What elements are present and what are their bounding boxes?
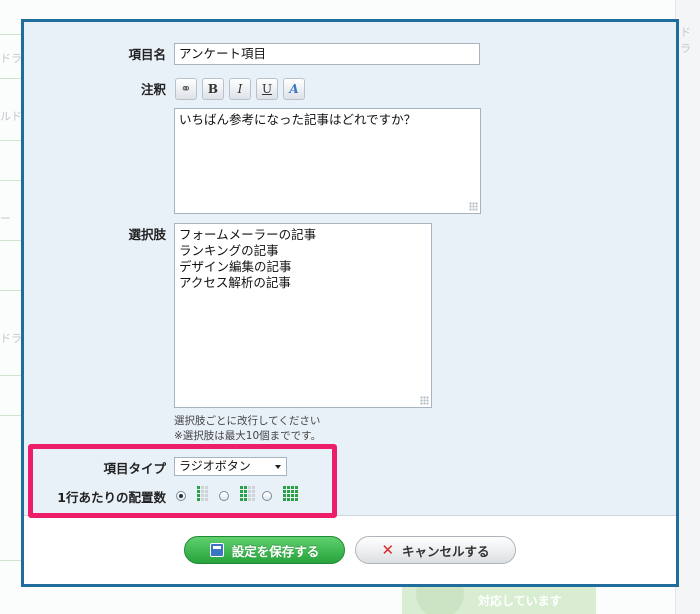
bg-divider [0, 240, 22, 241]
choice-line: デザイン編集の記事 [179, 259, 292, 274]
underline-icon[interactable]: U [256, 78, 278, 100]
bg-divider [0, 34, 22, 35]
bg-banner-text: 対応しています [478, 594, 562, 608]
item-type-select[interactable]: ラジオボタン [174, 457, 287, 476]
highlight-frame [28, 444, 337, 518]
bg-text-fragment: ドラ [0, 52, 22, 65]
item-type-label: 項目タイプ [103, 461, 166, 476]
clear-format-icon[interactable]: A [283, 78, 305, 100]
choices-label: 選択肢 [128, 227, 166, 242]
per-row-radio-2[interactable] [219, 491, 229, 501]
bg-divider [0, 180, 22, 181]
resize-grip-icon[interactable] [420, 396, 429, 405]
note-toolbar: ⚭ B I U A [175, 78, 305, 102]
bold-icon[interactable]: B [202, 78, 224, 100]
choice-line: アクセス解析の記事 [179, 275, 291, 290]
layout-2-column-icon [240, 486, 255, 501]
save-icon [209, 543, 224, 557]
item-name-input[interactable]: アンケート項目 [174, 43, 480, 65]
layout-1-column-icon [197, 486, 208, 501]
item-name-label: 項目名 [128, 47, 166, 62]
bg-text-fragment: ドラ [0, 332, 22, 345]
per-row-radio-3[interactable] [262, 491, 272, 501]
note-label: 注釈 [140, 82, 166, 97]
resize-grip-icon[interactable] [469, 202, 478, 211]
item-type-value: ラジオボタン [179, 459, 251, 473]
bg-text-fragment: ー [0, 212, 11, 225]
bg-banner: 対応しています [402, 584, 596, 614]
note-textarea[interactable]: いちばん参考になった記事はどれですか？ [174, 108, 481, 214]
bg-divider [0, 415, 22, 416]
close-icon: ✕ [381, 540, 395, 559]
bg-divider [0, 78, 22, 79]
bg-divider [0, 375, 22, 376]
bg-divider [0, 140, 22, 141]
cancel-button[interactable]: ✕ キャンセルする [355, 536, 516, 564]
save-settings-button[interactable]: 設定を保存する [184, 536, 345, 564]
bg-text-fragment: ルド [0, 110, 22, 123]
choice-line: ランキングの記事 [179, 243, 279, 258]
link-icon[interactable]: ⚭ [175, 78, 197, 100]
bg-banner-icon [416, 584, 464, 614]
choices-limit-hint: ※選択肢は最大10個までです。 [174, 430, 322, 442]
bg-text-fragment: ドラ [680, 26, 691, 55]
italic-icon[interactable]: I [229, 78, 251, 100]
choices-textarea[interactable]: フォームメーラーの記事 ランキングの記事 デザイン編集の記事 アクセス解析の記事 [174, 223, 432, 408]
layout-3-column-icon [283, 486, 298, 501]
bg-divider [0, 560, 22, 561]
note-text: いちばん参考になった記事はどれですか？ [179, 112, 417, 127]
per-row-radio-1[interactable] [176, 491, 186, 501]
dialog-form-area: 項目名 アンケート項目 注釈 ⚭ B I U A いちばん参考になった記事はどれ… [24, 22, 676, 518]
chevron-down-icon [275, 465, 281, 469]
choices-hint: 選択肢ごとに改行してください [174, 415, 321, 427]
choice-line: フォームメーラーの記事 [179, 227, 317, 242]
bg-divider [0, 290, 22, 291]
item-settings-dialog: 項目名 アンケート項目 注釈 ⚭ B I U A いちばん参考になった記事はどれ… [21, 19, 679, 587]
save-button-label: 設定を保存する [231, 543, 320, 559]
per-row-label: 1行あたりの配置数 [57, 490, 166, 505]
cancel-button-label: キャンセルする [402, 543, 490, 559]
